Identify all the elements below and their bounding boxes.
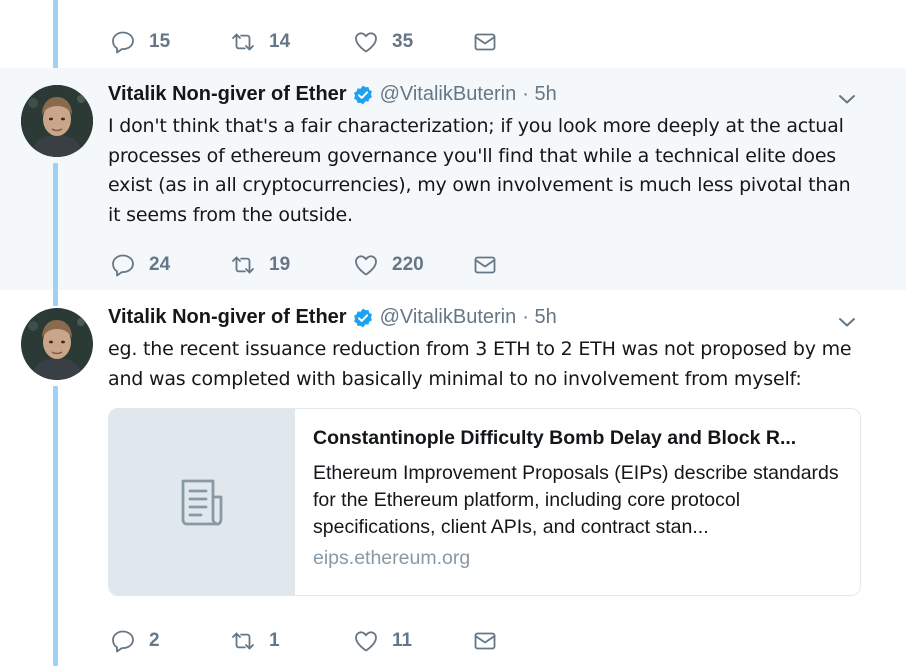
retweet-button[interactable]: 19 [230,252,290,278]
retweet-button[interactable]: 14 [230,29,290,55]
chevron-down-icon [839,318,855,327]
reply-count: 2 [149,630,160,651]
like-count: 220 [392,254,424,275]
card-description: Ethereum Improvement Proposals (EIPs) de… [313,462,839,538]
more-options-button[interactable] [836,88,858,110]
author-name[interactable]: Vitalik Non-giver of Ether [108,83,347,106]
reply-icon [112,254,134,277]
retweet-count: 14 [269,31,291,52]
tweet-text: eg. the recent issuance reduction from 3… [108,338,852,390]
document-icon [181,479,223,526]
like-button[interactable]: 11 [353,628,412,654]
envelope-icon [474,33,496,51]
author-handle[interactable]: @VitalikButerin [380,83,517,106]
thread-line [53,163,58,290]
tweet-actions: 15 14 35 [110,29,530,55]
tweet-header: Vitalik Non-giver of Ether @VitalikButer… [108,306,557,329]
retweet-icon [232,632,254,650]
like-count: 11 [392,630,413,651]
direct-message-button[interactable] [472,628,498,654]
direct-message-button[interactable] [472,29,498,55]
author-handle[interactable]: @VitalikButerin [380,306,517,329]
card-thumbnail [109,409,295,595]
tweet[interactable]: Vitalik Non-giver of Ether @VitalikButer… [0,290,906,666]
tweet[interactable]: Vitalik Non-giver of Ether @VitalikButer… [0,68,906,290]
retweet-count: 19 [269,254,291,275]
card-domain: eips.ethereum.org [313,547,471,569]
timestamp[interactable]: · 5h [522,306,556,329]
timestamp[interactable]: · 5h [522,83,556,106]
retweet-icon [232,33,254,51]
heart-icon [355,32,377,53]
envelope-icon [474,256,496,274]
retweet-icon [232,256,254,274]
avatar-image [21,85,93,157]
card-body: Constantinople Difficulty Bomb Delay and… [313,427,843,570]
retweet-button[interactable]: 1 [230,628,280,654]
verified-badge-icon [353,308,372,327]
verified-badge-icon [353,85,372,104]
tweet-text: I don't think that's a fair characteriza… [108,115,851,226]
tweet-actions: 2 1 11 [110,628,530,654]
retweet-count: 1 [269,630,280,651]
tweet-header: Vitalik Non-giver of Ether @VitalikButer… [108,83,557,106]
like-count: 35 [392,31,414,52]
like-button[interactable]: 35 [353,29,413,55]
reply-count: 24 [149,254,171,275]
reply-button[interactable]: 2 [110,628,160,654]
heart-icon [355,255,377,276]
reply-icon [112,31,134,54]
chevron-down-icon [839,95,855,104]
avatar[interactable] [21,85,93,157]
author-name[interactable]: Vitalik Non-giver of Ether [108,306,347,329]
reply-icon [112,630,134,653]
direct-message-button[interactable] [472,252,498,278]
heart-icon [355,631,377,652]
more-options-button[interactable] [836,311,858,333]
card-title: Constantinople Difficulty Bomb Delay and… [313,427,797,449]
like-button[interactable]: 220 [353,252,424,278]
avatar-image [21,308,93,380]
tweet-actions: 24 19 220 [110,252,530,278]
envelope-icon [474,632,496,650]
link-preview-card[interactable]: Constantinople Difficulty Bomb Delay and… [108,408,861,596]
reply-button[interactable]: 24 [110,252,170,278]
thread-line [53,0,58,68]
reply-count: 15 [149,31,171,52]
reply-button[interactable]: 15 [110,29,170,55]
avatar[interactable] [21,308,93,380]
